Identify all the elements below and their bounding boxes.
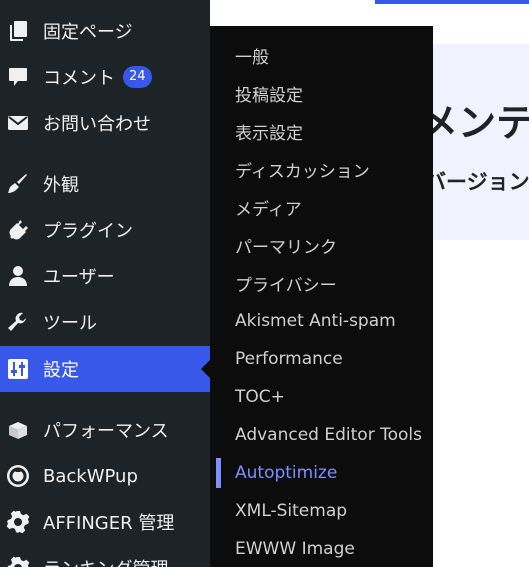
paintbrush-icon bbox=[6, 172, 30, 196]
sidebar-item-appearance[interactable]: 外観 bbox=[0, 161, 210, 207]
mail-icon bbox=[6, 111, 30, 135]
sidebar-item-comments[interactable]: コメント 24 bbox=[0, 54, 210, 100]
submenu-item-autoptimize[interactable]: Autoptimize bbox=[210, 454, 433, 492]
sidebar-item-tools[interactable]: ツール bbox=[0, 299, 210, 345]
sidebar-item-label: コメント bbox=[43, 68, 115, 89]
submenu-item-toc-plus[interactable]: TOC+ bbox=[210, 378, 433, 416]
sidebar-item-label: 固定ページ bbox=[43, 22, 133, 43]
admin-sidebar: 固定ページ コメント 24 お問い合わせ 外観 プラグイン ユーザー ツール 設… bbox=[0, 0, 210, 567]
gear-icon bbox=[6, 556, 30, 567]
submenu-item-permalinks[interactable]: パーマリンク bbox=[210, 226, 433, 264]
sidebar-item-affinger[interactable]: AFFINGER 管理 bbox=[0, 499, 210, 545]
sidebar-item-ranking[interactable]: ランキング管理 bbox=[0, 545, 210, 567]
sidebar-item-label: AFFINGER 管理 bbox=[43, 513, 175, 534]
sidebar-item-backwpup[interactable]: BackWPup bbox=[0, 453, 210, 499]
sidebar-item-label: ランキング管理 bbox=[43, 555, 168, 567]
pages-icon bbox=[6, 19, 30, 43]
submenu-item-reading[interactable]: 表示設定 bbox=[210, 112, 433, 150]
sidebar-item-label: パフォーマンス bbox=[43, 421, 169, 442]
page-heading: メンテ bbox=[420, 101, 529, 145]
wrench-icon bbox=[6, 310, 30, 334]
sidebar-item-performance[interactable]: パフォーマンス bbox=[0, 407, 210, 453]
content-top-bar bbox=[375, 0, 529, 4]
gear-icon bbox=[6, 510, 30, 534]
submenu-item-akismet[interactable]: Akismet Anti-spam bbox=[210, 302, 433, 340]
submenu-item-media[interactable]: メディア bbox=[210, 188, 433, 226]
page-subheading: バージョン bbox=[425, 170, 529, 194]
submenu-item-writing[interactable]: 投稿設定 bbox=[210, 74, 433, 112]
submenu-item-performance[interactable]: Performance bbox=[210, 340, 433, 378]
submenu-item-privacy[interactable]: プライバシー bbox=[210, 264, 433, 302]
sidebar-item-label: 外観 bbox=[43, 175, 79, 196]
sidebar-item-label: ユーザー bbox=[43, 267, 115, 288]
comment-count-badge: 24 bbox=[123, 66, 152, 88]
submenu-item-advanced-editor-tools[interactable]: Advanced Editor Tools bbox=[210, 416, 433, 454]
sidebar-item-label: プラグイン bbox=[43, 221, 133, 242]
submenu-item-discussion[interactable]: ディスカッション bbox=[210, 150, 433, 188]
sidebar-item-label: ツール bbox=[43, 313, 97, 334]
sidebar-item-users[interactable]: ユーザー bbox=[0, 253, 210, 299]
submenu-item-general[interactable]: 一般 bbox=[210, 36, 433, 74]
sidebar-item-plugins[interactable]: プラグイン bbox=[0, 207, 210, 253]
submenu-item-ewww-image[interactable]: EWWW Image bbox=[210, 530, 433, 567]
sidebar-item-label: 設定 bbox=[43, 360, 79, 381]
performance-icon bbox=[6, 418, 30, 442]
comment-icon bbox=[6, 65, 30, 89]
submenu-item-xml-sitemap[interactable]: XML-Sitemap bbox=[210, 492, 433, 530]
sidebar-item-pages[interactable]: 固定ページ bbox=[0, 8, 210, 54]
backwpup-icon bbox=[6, 464, 30, 488]
sidebar-item-label: BackWPup bbox=[43, 465, 138, 487]
settings-sliders-icon bbox=[6, 357, 30, 381]
sidebar-item-settings[interactable]: 設定 bbox=[0, 346, 210, 392]
sidebar-item-label: お問い合わせ bbox=[43, 114, 151, 135]
user-icon bbox=[6, 264, 30, 288]
settings-submenu: 一般 投稿設定 表示設定 ディスカッション メディア パーマリンク プライバシー… bbox=[210, 26, 433, 567]
sidebar-item-contact[interactable]: お問い合わせ bbox=[0, 100, 210, 146]
plugin-icon bbox=[6, 218, 30, 242]
